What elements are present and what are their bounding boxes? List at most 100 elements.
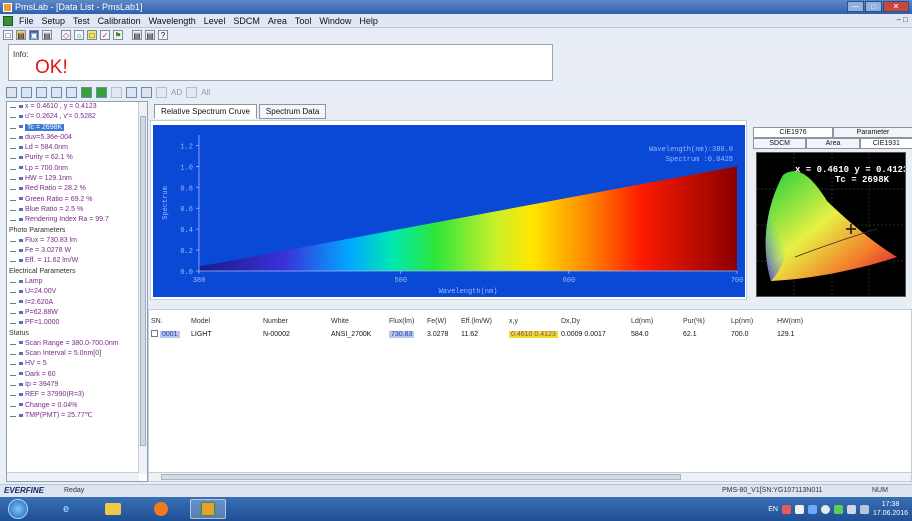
tab-cie1976[interactable]: CIE1976 [753, 127, 833, 138]
copy-icon[interactable] [36, 86, 47, 98]
test-icon[interactable]: ☼ [74, 30, 84, 40]
printer-icon[interactable] [66, 86, 77, 98]
menu-level[interactable]: Level [204, 16, 226, 26]
spectrum-chart[interactable]: 0.0 0.2 0.4 0.6 0.8 1.0 1.2 380 500 600 700 Wavelen… [153, 125, 745, 297]
column-header[interactable]: Dx,Dy [561, 314, 631, 328]
maximize-button[interactable]: □ [865, 1, 882, 12]
tree-item[interactable]: Green Ratio = 69.2 % [7, 195, 139, 205]
pmslab-taskbar-icon[interactable] [190, 499, 226, 519]
tree-item[interactable]: Fe = 3.0278 W [7, 246, 139, 256]
column-header[interactable]: SN. [151, 314, 191, 328]
tree-item[interactable]: Scan Interval = 5.0nm[0] [7, 349, 139, 359]
parameter-tree[interactable]: x = 0.4610 , y = 0.4123 u'= 0.2624 , v'= … [6, 101, 148, 482]
language-indicator[interactable]: EN [768, 506, 778, 513]
align-icon[interactable] [126, 86, 137, 98]
tree-item[interactable]: Eff. = 11.62 lm/W [7, 256, 139, 266]
folder-icon[interactable] [95, 499, 131, 519]
column-header[interactable]: Number [263, 314, 331, 328]
tree-item[interactable]: Flux = 730.83 lm [7, 236, 139, 246]
tree-item[interactable]: REF = 37990(R=3) [7, 390, 139, 400]
print-icon[interactable]: ▤ [145, 30, 155, 40]
menu-setup[interactable]: Setup [42, 16, 66, 26]
tab-cie1931[interactable]: CIE1931 [859, 138, 912, 149]
open-folder-icon[interactable]: ▤ [16, 30, 26, 40]
check-icon[interactable]: ✓ [100, 30, 110, 40]
column-header[interactable]: Pur(%) [683, 314, 731, 328]
power-icon[interactable] [833, 504, 843, 514]
tree-group[interactable]: Photo Parameters [7, 226, 139, 236]
table-row[interactable]: 0001 LIGHT N-00002 ANSI_2700K 730.83 3.0278 11… [151, 328, 807, 340]
tree-item[interactable]: HW = 129.1nm [7, 174, 139, 184]
export-icon[interactable] [96, 86, 107, 98]
tree-item[interactable]: Tc = 2698K [7, 123, 139, 133]
tab-relative-spectrum[interactable]: Relative Spectrum Cruve [154, 104, 257, 119]
tab-area[interactable]: Area [806, 138, 860, 149]
all-icon[interactable] [186, 86, 198, 98]
tree-group[interactable]: Status [7, 329, 139, 339]
display-icon[interactable] [846, 504, 856, 514]
tree-item[interactable]: P=62.88W [7, 308, 139, 318]
box-icon[interactable]: □ [87, 30, 97, 40]
column-header[interactable]: Model [191, 314, 263, 328]
tree-item[interactable]: Ip = 39479 [7, 380, 139, 390]
tree-group[interactable]: Electrical Parameters [7, 267, 139, 277]
network-icon[interactable] [781, 504, 791, 514]
start-button[interactable] [8, 499, 28, 519]
new-file-icon[interactable]: □ [3, 30, 13, 40]
mdi-window-controls[interactable]: – □ [896, 15, 908, 24]
close-button[interactable]: ✕ [883, 1, 909, 12]
menu-area[interactable]: Area [268, 16, 287, 26]
tree-item[interactable]: u'= 0.2624 , v'= 0.5282 [7, 112, 139, 122]
menu-file[interactable]: File [19, 16, 34, 26]
scrollbar-thumb[interactable] [161, 474, 681, 480]
tree-item[interactable]: HV = 5 [7, 359, 139, 369]
list-icon[interactable] [141, 86, 152, 98]
column-header[interactable]: x,y [509, 314, 561, 328]
tree-item[interactable]: Red Ratio = 28.2 % [7, 184, 139, 194]
tree-item[interactable]: Blue Ratio = 2.5 % [7, 205, 139, 215]
clock[interactable]: 17:38 17.06.2016 [873, 500, 908, 518]
link-icon[interactable] [51, 86, 62, 98]
delete-icon[interactable] [111, 86, 122, 98]
column-header[interactable]: HW(nm) [777, 314, 807, 328]
column-header[interactable]: Fe(W) [427, 314, 461, 328]
menu-tool[interactable]: Tool [295, 16, 312, 26]
internet-explorer-icon[interactable]: e [48, 499, 84, 519]
tree-item[interactable]: Ld = 584.0nm [7, 143, 139, 153]
flag-tray-icon[interactable] [794, 504, 804, 514]
tab-sdcm[interactable]: SDCM [753, 138, 807, 149]
column-header[interactable]: Lp(nm) [731, 314, 777, 328]
tree-item[interactable]: U=24.00V [7, 287, 139, 297]
menu-window[interactable]: Window [319, 16, 351, 26]
ad-icon[interactable] [156, 86, 167, 98]
tree-item[interactable]: Scan Range = 380.0-700.0nm [7, 339, 139, 349]
tree-item[interactable]: Change = 0.04% [7, 401, 139, 411]
column-header[interactable]: White [331, 314, 389, 328]
tree-item[interactable]: PF=1.0000 [7, 318, 139, 328]
table-horizontal-scrollbar[interactable] [149, 472, 911, 481]
tree-item[interactable]: duv=5.36e-004 [7, 133, 139, 143]
cie-diagram[interactable]: x = 0.4610 y = 0.4123 Tc = 2698K [756, 152, 906, 297]
row-checkbox[interactable] [151, 330, 158, 338]
column-header[interactable]: Flux(lm) [389, 314, 427, 328]
tree-vertical-scrollbar[interactable] [138, 102, 147, 474]
tree-item[interactable]: TMP(PMT) = 25.77℃ [7, 411, 139, 421]
tree-item[interactable]: Lp = 700.0nm [7, 164, 139, 174]
tool-icon[interactable]: ◇ [61, 30, 71, 40]
tree-item[interactable]: I=2.620A [7, 298, 139, 308]
excel-icon[interactable] [81, 86, 92, 98]
column-header[interactable]: Eff.(lm/W) [461, 314, 509, 328]
tree-item[interactable]: Lamp [7, 277, 139, 287]
menu-test[interactable]: Test [73, 16, 90, 26]
minimize-button[interactable]: — [847, 1, 864, 12]
media-player-icon[interactable] [143, 499, 179, 519]
print-preview-icon[interactable]: ▤ [42, 30, 52, 40]
tree-item[interactable]: Dark = 60 [7, 370, 139, 380]
app-tray-icon[interactable] [807, 504, 817, 514]
save-icon[interactable]: ▣ [29, 30, 39, 40]
volume-icon[interactable] [859, 504, 869, 514]
column-header[interactable]: Ld(nm) [631, 314, 683, 328]
shield-icon[interactable] [820, 504, 830, 514]
tree-horizontal-scrollbar[interactable] [7, 472, 139, 481]
menu-wavelength[interactable]: Wavelength [149, 16, 196, 26]
